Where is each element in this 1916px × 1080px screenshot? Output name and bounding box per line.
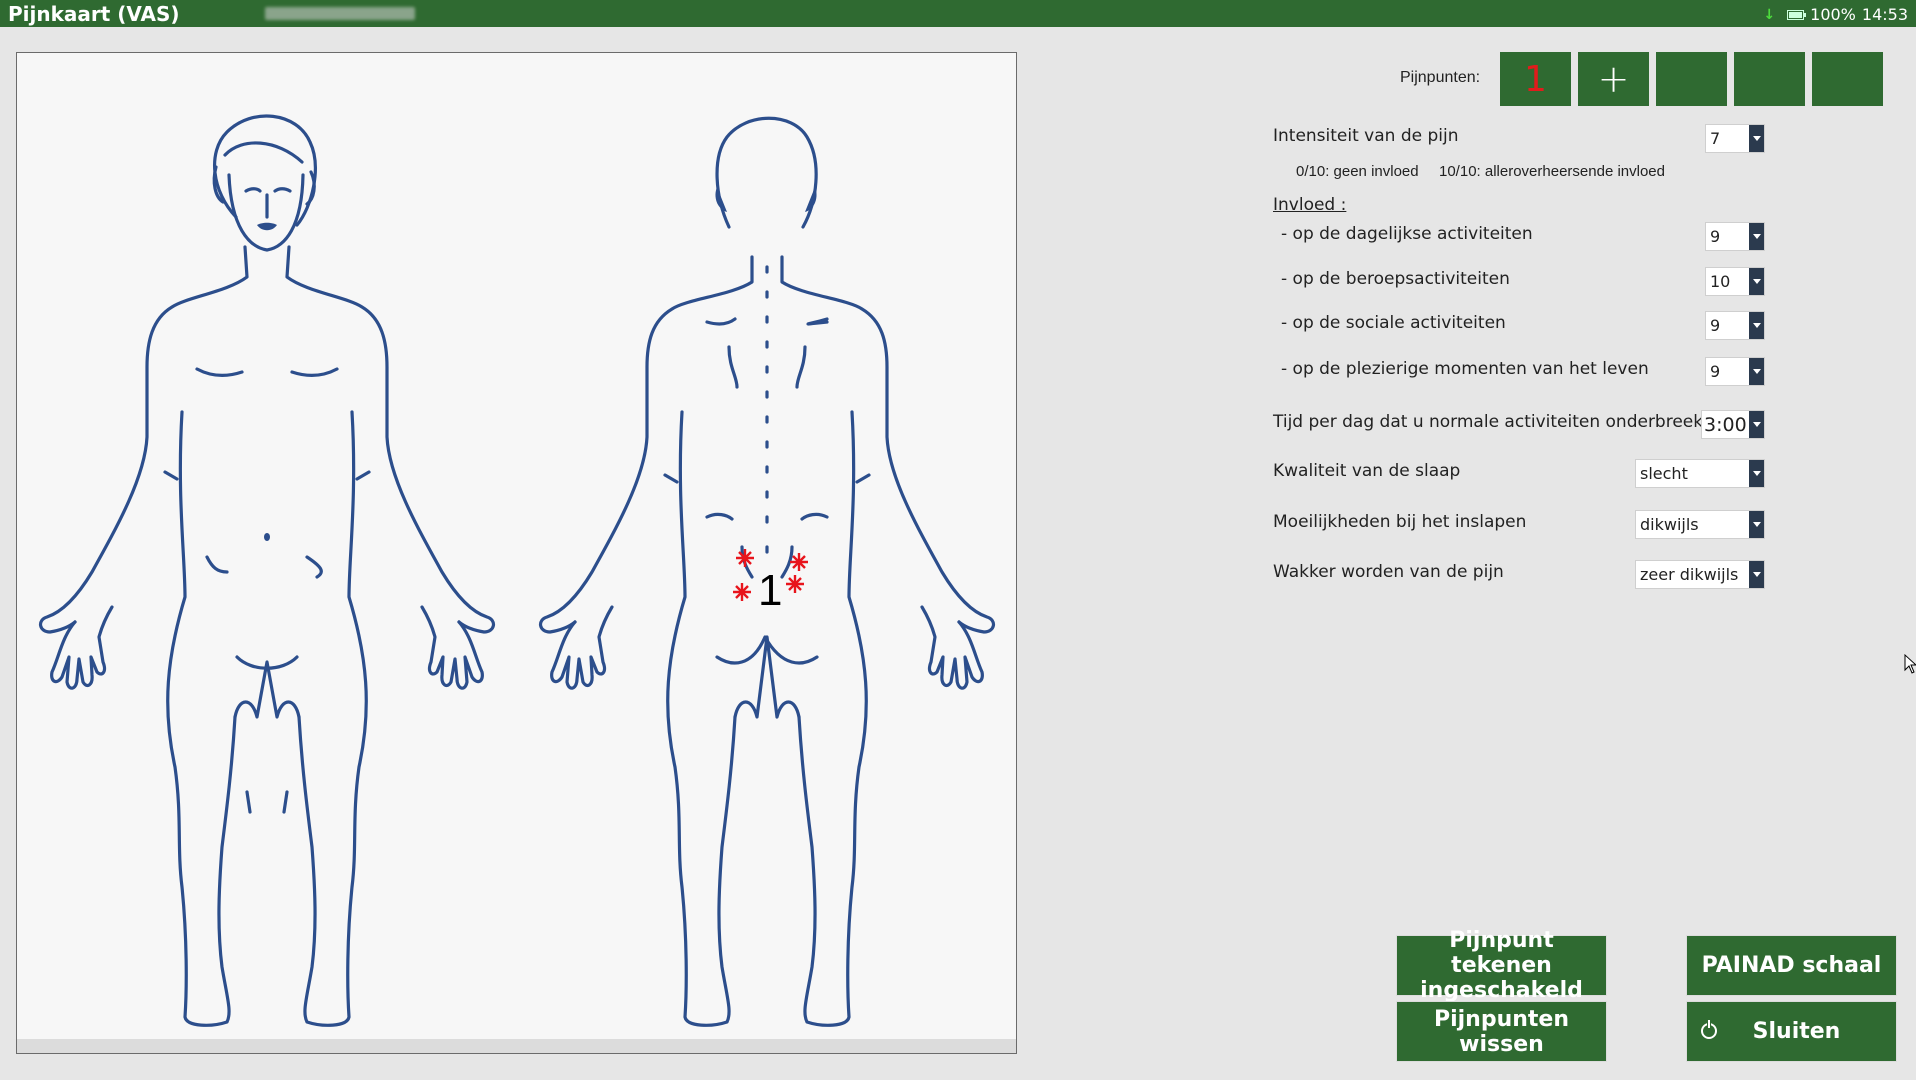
clear-pain-points-button[interactable]: Pijnpunten wissen	[1396, 1001, 1607, 1062]
time-interrupt-select[interactable]: 3:00	[1701, 410, 1765, 439]
chevron-down-icon	[1749, 561, 1764, 588]
work-activities-label: - op de beroepsactiviteiten	[1281, 269, 1510, 289]
social-activities-label: - op de sociale activiteiten	[1281, 313, 1506, 333]
wake-pain-label: Wakker worden van de pijn	[1273, 562, 1504, 582]
pain-point-tile-empty[interactable]	[1812, 52, 1883, 106]
sleep-quality-select[interactable]: slecht	[1635, 459, 1765, 488]
pain-point-tile-1[interactable]: 1	[1500, 52, 1571, 106]
chevron-down-icon	[1749, 511, 1764, 538]
download-arrow-icon: ↓	[1763, 6, 1776, 23]
daily-activities-select[interactable]: 9	[1705, 222, 1765, 251]
sleep-onset-label: Moeilijkheden bij het inslapen	[1273, 512, 1527, 532]
daily-activities-label: - op de dagelijkse activiteiten	[1281, 224, 1533, 244]
close-button-label: Sluiten	[1752, 1019, 1841, 1044]
battery-icon	[1787, 9, 1807, 20]
chevron-down-icon	[1749, 268, 1764, 295]
chevron-down-icon	[1749, 411, 1764, 438]
patient-name-blurred	[265, 7, 415, 20]
power-icon	[1701, 1020, 1717, 1039]
chevron-down-icon	[1749, 312, 1764, 339]
sleep-quality-value: slecht	[1640, 464, 1688, 483]
pleasure-moments-select[interactable]: 9	[1705, 357, 1765, 386]
chevron-down-icon	[1749, 460, 1764, 487]
intensity-select[interactable]: 7	[1705, 124, 1765, 153]
body-map-drawing[interactable]: 1	[17, 67, 1016, 1039]
clock: 14:53	[1861, 5, 1908, 24]
sleep-onset-value: dikwijls	[1640, 515, 1699, 534]
chevron-down-icon	[1749, 223, 1764, 250]
intensity-label: Intensiteit van de pijn	[1273, 126, 1459, 146]
draw-pain-point-toggle-button[interactable]: Pijnpunt tekenen ingeschakeld	[1396, 928, 1607, 1003]
status-area: ↓ 100% 14:53	[1763, 5, 1908, 24]
chevron-down-icon	[1749, 358, 1764, 385]
scale-min-note: 0/10: geen invloed	[1296, 163, 1419, 180]
pain-points-label: Pijnpunten:	[1400, 69, 1481, 86]
work-activities-select[interactable]: 10	[1705, 267, 1765, 296]
sleep-onset-select[interactable]: dikwijls	[1635, 510, 1765, 539]
pain-star-marker	[733, 583, 751, 601]
time-interrupt-label: Tijd per dag dat u normale activiteiten …	[1273, 412, 1710, 432]
daily-activities-value: 9	[1710, 227, 1721, 246]
pain-marker-1[interactable]: 1	[733, 549, 808, 615]
mouse-cursor-icon	[1904, 654, 1916, 674]
body-map-canvas[interactable]: 1	[16, 52, 1017, 1054]
battery-level: 100%	[1810, 5, 1856, 24]
front-body-figure	[39, 114, 495, 1027]
time-interrupt-value: 3:00	[1704, 413, 1747, 436]
app-title: Pijnkaart (VAS)	[8, 2, 180, 26]
chevron-down-icon	[1749, 125, 1764, 152]
pain-point-tile-empty[interactable]	[1656, 52, 1727, 106]
scale-max-note: 10/10: alleroverheersende invloed	[1439, 163, 1665, 180]
pain-marker-number: 1	[758, 566, 782, 615]
pleasure-moments-value: 9	[1710, 362, 1721, 381]
title-bar: Pijnkaart (VAS) ↓ 100% 14:53	[0, 0, 1916, 27]
close-button[interactable]: Sluiten	[1686, 1001, 1897, 1062]
pain-star-marker	[786, 575, 804, 593]
work-activities-value: 10	[1710, 272, 1731, 291]
pain-point-tile-empty[interactable]	[1734, 52, 1805, 106]
wake-pain-value: zeer dikwijls	[1640, 565, 1739, 584]
pleasure-moments-label: - op de plezierige momenten van het leve…	[1281, 359, 1649, 379]
painad-scale-button[interactable]: PAINAD schaal	[1686, 935, 1897, 996]
add-pain-point-button[interactable]: +	[1578, 52, 1649, 106]
invloed-heading: Invloed :	[1273, 195, 1347, 215]
wake-pain-select[interactable]: zeer dikwijls	[1635, 560, 1765, 589]
social-activities-select[interactable]: 9	[1705, 311, 1765, 340]
intensity-value: 7	[1710, 129, 1721, 148]
pain-star-marker	[736, 549, 754, 567]
social-activities-value: 9	[1710, 316, 1721, 335]
sleep-quality-label: Kwaliteit van de slaap	[1273, 461, 1461, 481]
